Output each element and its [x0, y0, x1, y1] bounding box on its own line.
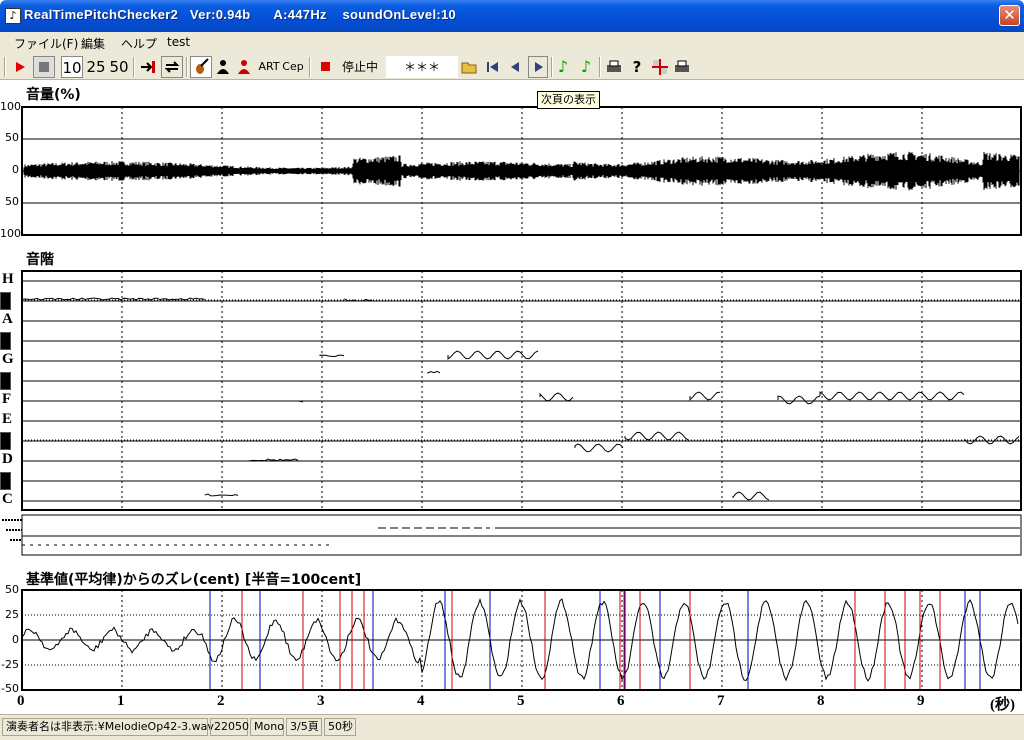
analysis-graphs: [2, 106, 1022, 691]
volume-plot: [21, 106, 1022, 236]
tooltip: 次頁の表示: [537, 91, 600, 109]
status-samplerate: 22050: [210, 718, 249, 736]
status-page: 3/5頁: [286, 718, 322, 736]
cent-deviation-plot: [21, 589, 1022, 691]
status-channel: Mono: [250, 718, 284, 736]
scale-plot: [21, 270, 1022, 511]
note-strip: [2, 514, 1022, 556]
status-file: 演奏者名は非表示:¥MelodieOp42-3.wav: [2, 718, 214, 736]
status-bar: 演奏者名は非表示:¥MelodieOp42-3.wav 22050 Mono 3…: [0, 714, 1024, 740]
note-strip-frame: [21, 514, 1022, 556]
status-duration: 50秒: [324, 718, 356, 736]
